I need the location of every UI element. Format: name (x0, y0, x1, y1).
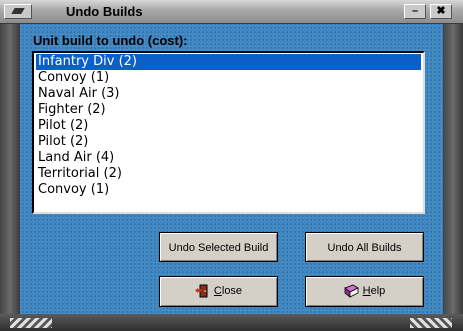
list-item[interactable]: Convoy (1) (36, 182, 421, 198)
resize-grip-right[interactable] (410, 318, 452, 328)
door-exit-icon (194, 284, 208, 298)
list-item[interactable]: Territorial (2) (36, 166, 421, 182)
undo-selected-build-label: Undo Selected Build (168, 242, 269, 254)
unit-build-list[interactable]: Infantry Div (2) Convoy (1) Naval Air (3… (32, 51, 425, 214)
undo-selected-build-button[interactable]: Undo Selected Build (159, 232, 278, 262)
resize-grip-left[interactable] (10, 318, 52, 328)
help-label-rest: elp (370, 284, 386, 297)
list-item[interactable]: Naval Air (3) (36, 86, 421, 102)
window-title: Undo Builds (66, 4, 143, 19)
dialog-body: Unit build to undo (cost): Infantry Div … (20, 24, 443, 314)
help-button-content: Help (306, 284, 423, 298)
frame-right-border (443, 24, 463, 314)
list-item[interactable]: Land Air (4) (36, 150, 421, 166)
frame-bottom-border (0, 314, 463, 331)
list-item[interactable]: Convoy (1) (36, 70, 421, 86)
help-book-icon (343, 284, 359, 298)
title-bar[interactable]: Undo Builds – ✖ (0, 0, 463, 24)
close-accel-letter: C (213, 284, 222, 297)
list-item[interactable]: Fighter (2) (36, 102, 421, 118)
undo-all-builds-label: Undo All Builds (327, 242, 402, 254)
minimize-button[interactable]: – (404, 4, 426, 19)
list-item[interactable]: Pilot (2) (36, 118, 421, 134)
system-menu-button[interactable] (4, 4, 32, 19)
close-window-button[interactable]: ✖ (430, 4, 452, 19)
help-button[interactable]: Help (305, 276, 424, 307)
list-item[interactable]: Infantry Div (2) (36, 54, 421, 70)
undo-all-builds-button[interactable]: Undo All Builds (305, 232, 424, 262)
frame-left-border (0, 24, 20, 314)
close-label-rest: lose (221, 284, 243, 297)
help-accel-letter: H (362, 284, 371, 297)
undo-builds-window: Undo Builds – ✖ Unit build to undo (cost… (0, 0, 463, 331)
close-button[interactable]: Close (159, 276, 278, 307)
list-prompt-label: Unit build to undo (cost): (33, 33, 188, 48)
close-button-content: Close (160, 284, 277, 298)
list-item[interactable]: Pilot (2) (36, 134, 421, 150)
